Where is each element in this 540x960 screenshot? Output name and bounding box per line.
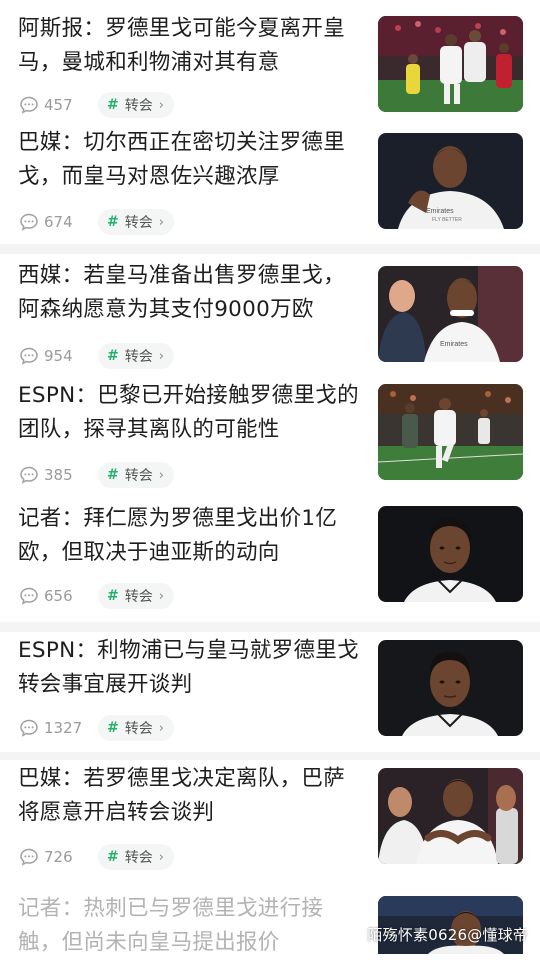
comment-icon bbox=[20, 466, 38, 484]
thumbnail-image bbox=[378, 16, 523, 112]
news-thumbnail[interactable] bbox=[378, 506, 523, 602]
comment-count: 656 bbox=[44, 587, 73, 605]
tag-label: 转会 bbox=[124, 349, 153, 365]
news-meta: 674 # 转会 › bbox=[18, 209, 174, 235]
tag-transfer[interactable]: # 转会 › bbox=[98, 715, 174, 741]
news-feed: 阿斯报：罗德里戈可能今夏离开皇马，曼城和利物浦对其有意 457 # 转会 › 巴… bbox=[0, 0, 540, 955]
chevron-right-icon: › bbox=[158, 467, 164, 483]
news-thumbnail[interactable] bbox=[378, 384, 523, 480]
comment-count: 385 bbox=[44, 466, 73, 484]
news-title[interactable]: ESPN：利物浦已与皇马就罗德里戈转会事宜展开谈判 bbox=[18, 634, 363, 702]
jersey-subtext: FLY BETTER bbox=[432, 217, 462, 223]
tag-transfer[interactable]: # 转会 › bbox=[98, 209, 174, 235]
tag-transfer[interactable]: # 转会 › bbox=[98, 343, 174, 369]
tag-label: 转会 bbox=[124, 721, 153, 737]
comment-count: 1327 bbox=[44, 719, 83, 737]
news-title[interactable]: 巴媒：若罗德里戈决定离队，巴萨将愿意开启转会谈判 bbox=[18, 762, 363, 830]
tag-transfer[interactable]: # 转会 › bbox=[98, 583, 174, 609]
tag-label: 转会 bbox=[124, 468, 153, 484]
chevron-right-icon: › bbox=[158, 348, 164, 364]
tag-label: 转会 bbox=[124, 98, 153, 114]
hash-icon: # bbox=[107, 720, 119, 736]
divider bbox=[0, 244, 540, 254]
thumbnail-image bbox=[378, 506, 523, 602]
tag-transfer[interactable]: # 转会 › bbox=[98, 462, 174, 488]
news-item[interactable]: 巴媒：若罗德里戈决定离队，巴萨将愿意开启转会谈判 726 # 转会 › bbox=[0, 760, 540, 886]
hash-icon: # bbox=[107, 97, 119, 113]
news-thumbnail[interactable]: Emirates FLY BETTER bbox=[378, 133, 523, 229]
jersey-text: Emirates bbox=[426, 208, 454, 215]
chevron-right-icon: › bbox=[158, 588, 164, 604]
thumbnail-image: Emirates bbox=[378, 266, 523, 362]
chevron-right-icon: › bbox=[158, 720, 164, 736]
chevron-right-icon: › bbox=[158, 214, 164, 230]
news-title[interactable]: ESPN：巴黎已开始接触罗德里戈的团队，探寻其离队的可能性 bbox=[18, 379, 363, 447]
thumbnail-image: Emirates FLY BETTER bbox=[378, 133, 523, 229]
comment-icon bbox=[20, 347, 38, 365]
comment-count: 674 bbox=[44, 213, 73, 231]
news-meta: 726 # 转会 › bbox=[18, 844, 174, 870]
news-meta: 954 # 转会 › bbox=[18, 343, 174, 369]
news-thumbnail[interactable] bbox=[378, 768, 523, 864]
thumbnail-image bbox=[378, 384, 523, 480]
news-title[interactable]: 西媒：若皇马准备出售罗德里戈，阿森纳愿意为其支付9000万欧 bbox=[18, 259, 363, 327]
tag-label: 转会 bbox=[124, 215, 153, 231]
divider bbox=[0, 752, 540, 760]
tag-label: 转会 bbox=[124, 589, 153, 605]
comment-count: 457 bbox=[44, 96, 73, 114]
jersey-text: Emirates bbox=[440, 341, 468, 348]
news-meta: 1327 # 转会 › bbox=[18, 715, 174, 741]
news-thumbnail[interactable] bbox=[378, 16, 523, 112]
chevron-right-icon: › bbox=[158, 849, 164, 865]
news-meta: 656 # 转会 › bbox=[18, 583, 174, 609]
news-title[interactable]: 记者：拜仁愿为罗德里戈出价1亿欧，但取决于迪亚斯的动向 bbox=[18, 502, 363, 570]
hash-icon: # bbox=[107, 849, 119, 865]
hash-icon: # bbox=[107, 467, 119, 483]
news-item[interactable]: 巴媒：切尔西正在密切关注罗德里戈，而皇马对恩佐兴趣浓厚 674 # 转会 › E… bbox=[0, 124, 540, 244]
comment-icon bbox=[20, 587, 38, 605]
news-meta: 457 # 转会 › bbox=[18, 92, 174, 118]
comment-icon bbox=[20, 213, 38, 231]
news-thumbnail[interactable]: Emirates bbox=[378, 266, 523, 362]
comment-count: 726 bbox=[44, 848, 73, 866]
watermark: 陌殇怀素0626@懂球帝 bbox=[367, 926, 528, 944]
thumbnail-image bbox=[378, 768, 523, 864]
comment-icon bbox=[20, 719, 38, 737]
news-title[interactable]: 记者：热刺已与罗德里戈进行接触，但尚未向皇马提出报价 bbox=[18, 892, 363, 960]
news-title[interactable]: 阿斯报：罗德里戈可能今夏离开皇马，曼城和利物浦对其有意 bbox=[18, 12, 363, 80]
divider bbox=[0, 622, 540, 632]
tag-transfer[interactable]: # 转会 › bbox=[98, 92, 174, 118]
news-title[interactable]: 巴媒：切尔西正在密切关注罗德里戈，而皇马对恩佐兴趣浓厚 bbox=[18, 126, 363, 194]
hash-icon: # bbox=[107, 348, 119, 364]
news-meta: 385 # 转会 › bbox=[18, 462, 174, 488]
comment-icon bbox=[20, 96, 38, 114]
hash-icon: # bbox=[107, 588, 119, 604]
news-thumbnail[interactable] bbox=[378, 640, 523, 736]
thumbnail-image bbox=[378, 640, 523, 736]
tag-transfer[interactable]: # 转会 › bbox=[98, 844, 174, 870]
tag-label: 转会 bbox=[124, 850, 153, 866]
news-item[interactable]: 西媒：若皇马准备出售罗德里戈，阿森纳愿意为其支付9000万欧 954 # 转会 … bbox=[0, 254, 540, 374]
news-item[interactable]: 记者：拜仁愿为罗德里戈出价1亿欧，但取决于迪亚斯的动向 656 # 转会 › bbox=[0, 494, 540, 622]
news-item[interactable]: ESPN：巴黎已开始接触罗德里戈的团队，探寻其离队的可能性 385 # 转会 › bbox=[0, 374, 540, 494]
news-item[interactable]: ESPN：利物浦已与皇马就罗德里戈转会事宜展开谈判 1327 # 转会 › bbox=[0, 632, 540, 752]
comment-icon bbox=[20, 848, 38, 866]
hash-icon: # bbox=[107, 214, 119, 230]
comment-count: 954 bbox=[44, 347, 73, 365]
chevron-right-icon: › bbox=[158, 97, 164, 113]
news-item[interactable]: 阿斯报：罗德里戈可能今夏离开皇马，曼城和利物浦对其有意 457 # 转会 › bbox=[0, 0, 540, 124]
